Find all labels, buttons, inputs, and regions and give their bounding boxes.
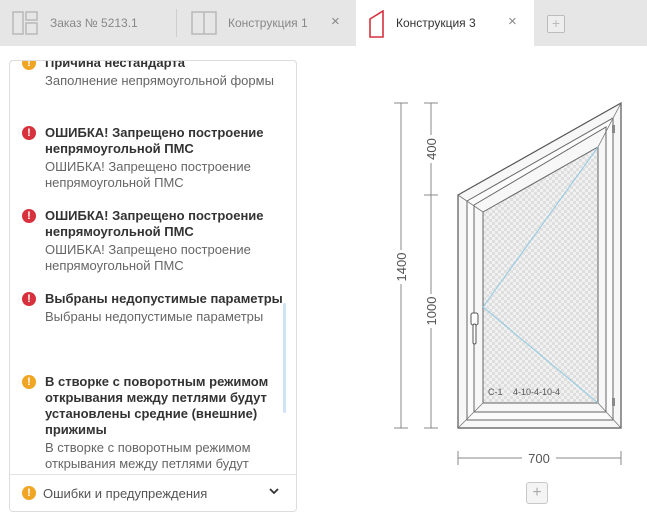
dimension-height-bottom: 1000 xyxy=(423,195,439,429)
glass-formula: 4-10-4-10-4 xyxy=(513,387,560,397)
dimension-label: 700 xyxy=(528,451,550,466)
dimension-height-top: 400 xyxy=(423,102,439,196)
add-element-button[interactable]: + xyxy=(526,482,548,504)
dimension-label: 400 xyxy=(424,138,439,160)
dimension-width: 700 xyxy=(457,450,622,466)
glass-label: С-1 xyxy=(488,387,503,397)
dimension-label: 1000 xyxy=(424,297,439,326)
window-frame[interactable] xyxy=(457,101,622,429)
dimension-label: 1400 xyxy=(394,253,409,282)
dimension-height-total: 1400 xyxy=(393,102,409,429)
construction-drawing: 1400 400 1000 700 С-1 4-10-4-10-4 xyxy=(393,101,622,466)
